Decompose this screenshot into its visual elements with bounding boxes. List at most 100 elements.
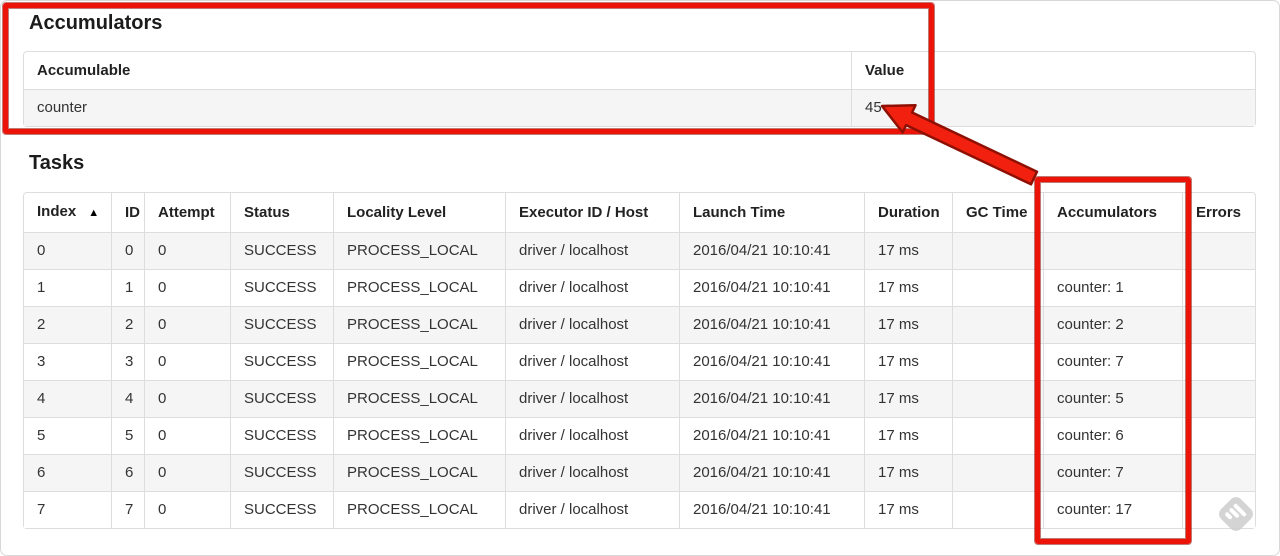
task-accumulators-cell: counter: 5: [1043, 380, 1182, 417]
task-accumulators-cell: counter: 7: [1043, 454, 1182, 491]
task-status-cell: SUCCESS: [230, 417, 333, 454]
accumulators-column-header[interactable]: Accumulators: [1043, 193, 1182, 232]
task-launch-time-cell: 2016/04/21 10:10:41: [679, 343, 864, 380]
task-id-cell: 4: [111, 380, 144, 417]
task-row: 5 5 0 SUCCESS PROCESS_LOCAL driver / loc…: [24, 417, 1255, 454]
task-gc-time-cell: [952, 454, 1043, 491]
task-locality-cell: PROCESS_LOCAL: [333, 417, 505, 454]
task-locality-cell: PROCESS_LOCAL: [333, 454, 505, 491]
value-column-header[interactable]: Value: [851, 52, 1255, 89]
task-gc-time-cell: [952, 491, 1043, 528]
task-executor-cell: driver / localhost: [505, 417, 679, 454]
task-index-cell: 4: [24, 380, 111, 417]
task-id-cell: 7: [111, 491, 144, 528]
task-locality-cell: PROCESS_LOCAL: [333, 269, 505, 306]
task-index-cell: 5: [24, 417, 111, 454]
task-index-cell: 2: [24, 306, 111, 343]
task-gc-time-cell: [952, 417, 1043, 454]
task-gc-time-cell: [952, 269, 1043, 306]
task-duration-cell: 17 ms: [864, 454, 952, 491]
task-errors-cell: [1182, 454, 1255, 491]
task-duration-cell: 17 ms: [864, 380, 952, 417]
task-executor-cell: driver / localhost: [505, 269, 679, 306]
task-attempt-cell: 0: [144, 269, 230, 306]
task-errors-cell: [1182, 343, 1255, 380]
task-gc-time-cell: [952, 380, 1043, 417]
task-attempt-cell: 0: [144, 454, 230, 491]
task-locality-cell: PROCESS_LOCAL: [333, 491, 505, 528]
task-accumulators-cell: [1043, 232, 1182, 269]
tasks-table-header-row: Index ▲ ID Attempt Status Locality Level …: [24, 193, 1255, 232]
task-row: 6 6 0 SUCCESS PROCESS_LOCAL driver / loc…: [24, 454, 1255, 491]
gc-time-column-header[interactable]: GC Time: [952, 193, 1043, 232]
task-launch-time-cell: 2016/04/21 10:10:41: [679, 269, 864, 306]
task-status-cell: SUCCESS: [230, 380, 333, 417]
accumulator-row: counter 45: [24, 89, 1255, 126]
task-accumulators-cell: counter: 7: [1043, 343, 1182, 380]
tasks-section-heading: Tasks: [29, 152, 85, 174]
task-launch-time-cell: 2016/04/21 10:10:41: [679, 491, 864, 528]
spark-stage-page: Accumulators Accumulable Value counter 4…: [0, 0, 1280, 556]
task-index-cell: 1: [24, 269, 111, 306]
task-launch-time-cell: 2016/04/21 10:10:41: [679, 306, 864, 343]
task-status-cell: SUCCESS: [230, 491, 333, 528]
task-row: 2 2 0 SUCCESS PROCESS_LOCAL driver / loc…: [24, 306, 1255, 343]
task-id-cell: 6: [111, 454, 144, 491]
task-gc-time-cell: [952, 306, 1043, 343]
task-status-cell: SUCCESS: [230, 306, 333, 343]
status-column-header[interactable]: Status: [230, 193, 333, 232]
task-gc-time-cell: [952, 343, 1043, 380]
task-launch-time-cell: 2016/04/21 10:10:41: [679, 380, 864, 417]
tasks-table: Index ▲ ID Attempt Status Locality Level …: [23, 192, 1256, 529]
task-id-cell: 1: [111, 269, 144, 306]
task-attempt-cell: 0: [144, 380, 230, 417]
task-executor-cell: driver / localhost: [505, 232, 679, 269]
launch-time-column-header[interactable]: Launch Time: [679, 193, 864, 232]
task-launch-time-cell: 2016/04/21 10:10:41: [679, 232, 864, 269]
task-duration-cell: 17 ms: [864, 306, 952, 343]
task-accumulators-cell: counter: 1: [1043, 269, 1182, 306]
task-executor-cell: driver / localhost: [505, 343, 679, 380]
accumulators-table: Accumulable Value counter 45: [23, 51, 1256, 127]
task-errors-cell: [1182, 380, 1255, 417]
task-errors-cell: [1182, 269, 1255, 306]
task-attempt-cell: 0: [144, 306, 230, 343]
task-status-cell: SUCCESS: [230, 269, 333, 306]
sort-ascending-icon: ▲: [88, 207, 100, 219]
duration-column-header[interactable]: Duration: [864, 193, 952, 232]
id-column-header[interactable]: ID: [111, 193, 144, 232]
accumulators-section-heading: Accumulators: [29, 12, 163, 34]
task-row: 1 1 0 SUCCESS PROCESS_LOCAL driver / loc…: [24, 269, 1255, 306]
task-executor-cell: driver / localhost: [505, 380, 679, 417]
task-locality-cell: PROCESS_LOCAL: [333, 306, 505, 343]
executor-id-host-column-header[interactable]: Executor ID / Host: [505, 193, 679, 232]
task-id-cell: 3: [111, 343, 144, 380]
task-attempt-cell: 0: [144, 232, 230, 269]
task-accumulators-cell: counter: 6: [1043, 417, 1182, 454]
task-errors-cell: [1182, 232, 1255, 269]
task-id-cell: 5: [111, 417, 144, 454]
task-locality-cell: PROCESS_LOCAL: [333, 232, 505, 269]
task-launch-time-cell: 2016/04/21 10:10:41: [679, 454, 864, 491]
task-id-cell: 0: [111, 232, 144, 269]
task-executor-cell: driver / localhost: [505, 491, 679, 528]
locality-level-column-header[interactable]: Locality Level: [333, 193, 505, 232]
attempt-column-header[interactable]: Attempt: [144, 193, 230, 232]
task-index-cell: 0: [24, 232, 111, 269]
errors-column-header[interactable]: Errors: [1182, 193, 1255, 232]
task-duration-cell: 17 ms: [864, 232, 952, 269]
accumulable-value-cell: 45: [851, 89, 1255, 126]
task-locality-cell: PROCESS_LOCAL: [333, 380, 505, 417]
task-attempt-cell: 0: [144, 417, 230, 454]
task-accumulators-cell: counter: 2: [1043, 306, 1182, 343]
accumulable-column-header[interactable]: Accumulable: [24, 52, 851, 89]
accumulable-name-cell: counter: [24, 89, 851, 126]
task-locality-cell: PROCESS_LOCAL: [333, 343, 505, 380]
task-launch-time-cell: 2016/04/21 10:10:41: [679, 417, 864, 454]
task-accumulators-cell: counter: 17: [1043, 491, 1182, 528]
feedly-watermark-icon: [1219, 497, 1253, 531]
task-status-cell: SUCCESS: [230, 343, 333, 380]
index-column-header[interactable]: Index ▲: [24, 193, 111, 232]
task-duration-cell: 17 ms: [864, 343, 952, 380]
task-duration-cell: 17 ms: [864, 269, 952, 306]
